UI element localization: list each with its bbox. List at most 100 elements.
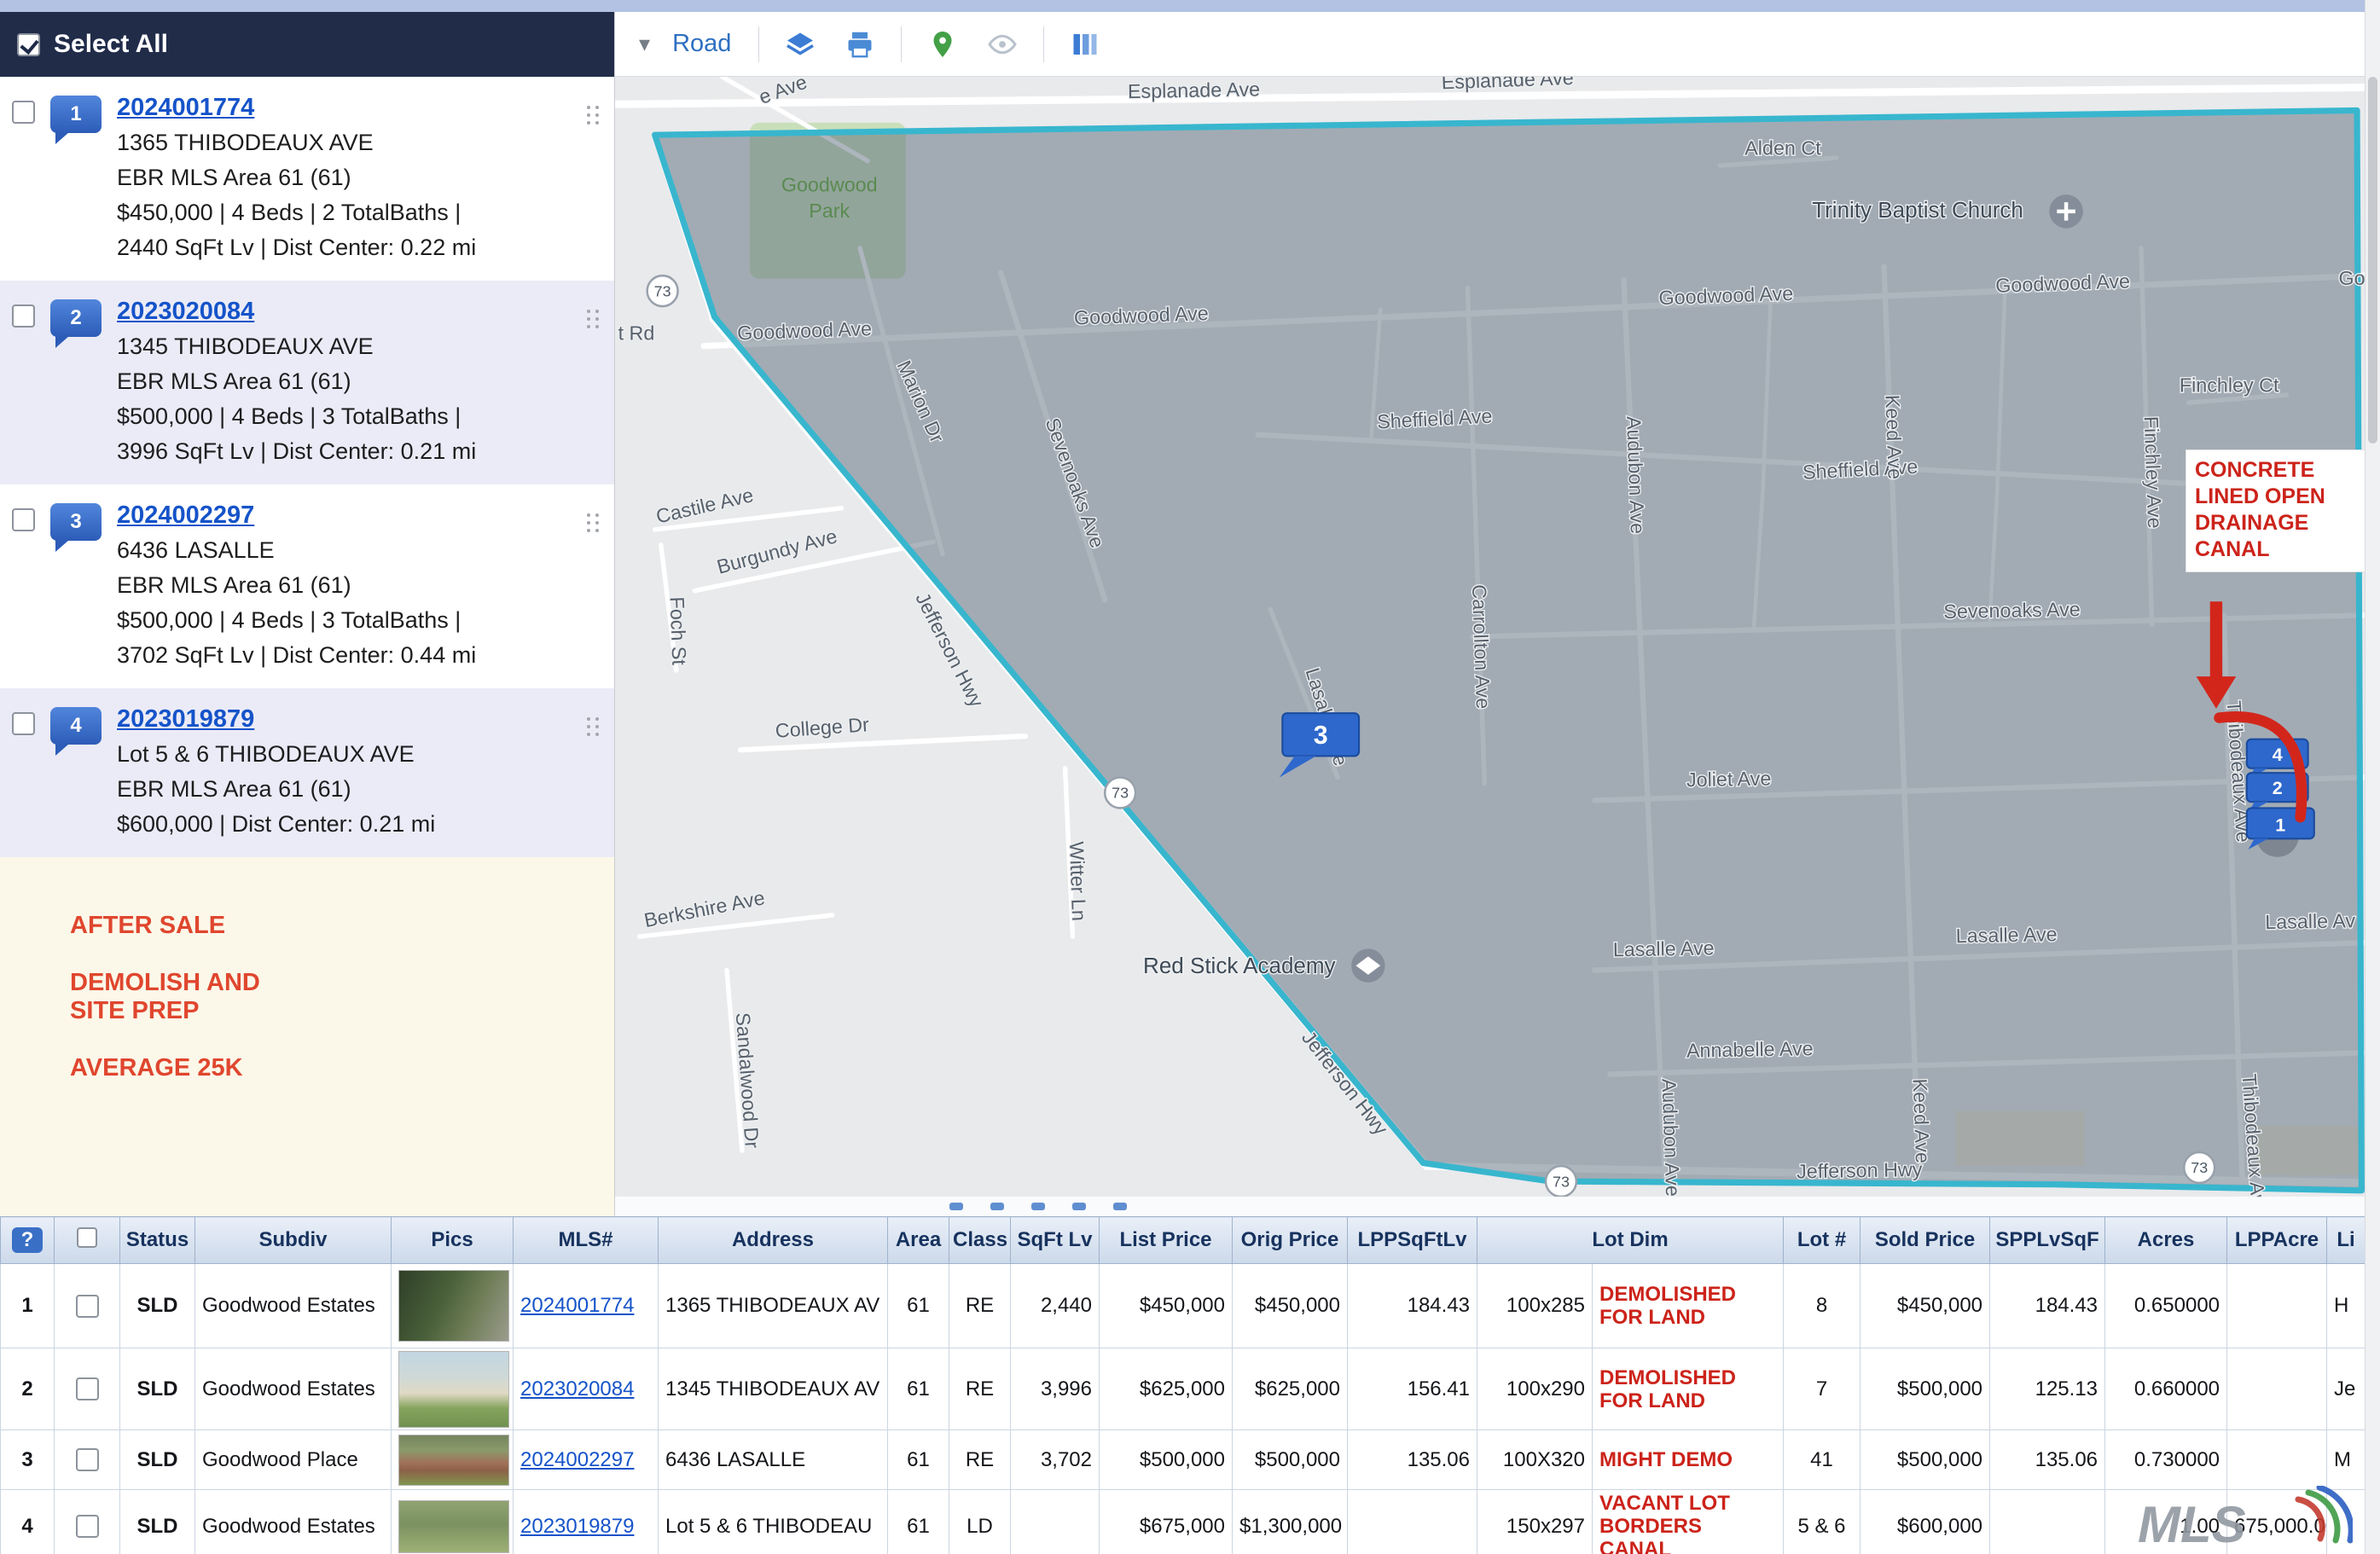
poi-label: Trinity Baptist Church — [1812, 197, 2023, 223]
lppsqft-cell: 184.43 — [1348, 1264, 1477, 1348]
listing-checkbox[interactable] — [12, 712, 35, 735]
listing-pin-badge[interactable]: 2 — [50, 299, 102, 337]
class-cell: LD — [949, 1490, 1011, 1554]
map-toolbar: ▾ Road — [615, 12, 2365, 77]
column-header[interactable]: Subdiv — [195, 1217, 392, 1264]
page-scrollbar[interactable] — [2365, 0, 2380, 1554]
listing-line: EBR MLS Area 61 (61) — [117, 772, 582, 807]
street-label: Goodwood Ave — [1658, 282, 1794, 309]
list-price-cell: $500,000 — [1100, 1430, 1233, 1490]
column-header[interactable]: MLS# — [514, 1217, 659, 1264]
route-shield-number: 73 — [1112, 785, 1129, 802]
listing-lines: 1365 THIBODEAUX AVEEBR MLS Area 61 (61)$… — [117, 125, 582, 265]
street-label: Lasalle Ave — [1613, 936, 1715, 960]
select-all-rows-checkbox[interactable] — [77, 1227, 97, 1248]
lot-number-cell: 8 — [1784, 1264, 1860, 1348]
row-checkbox[interactable] — [76, 1377, 99, 1400]
column-header[interactable]: SPPLvSqF — [1990, 1217, 2105, 1264]
class-cell: RE — [949, 1348, 1011, 1430]
select-all-checkbox[interactable] — [17, 33, 40, 56]
listing-mls-link[interactable]: 2024002297 — [117, 502, 254, 530]
checkbox-cell — [55, 1264, 120, 1348]
column-header[interactable]: Orig Price — [1233, 1217, 1348, 1264]
mls-number-link[interactable]: 2024001774 — [520, 1294, 634, 1317]
column-header[interactable]: Pics — [392, 1217, 514, 1264]
column-header[interactable]: LPPSqFtLv — [1348, 1217, 1477, 1264]
sppsqft-cell — [1990, 1490, 2105, 1554]
table-row: 2SLDGoodwood Estates20230200841345 THIBO… — [1, 1348, 2365, 1430]
orig-price-cell: $450,000 — [1233, 1264, 1348, 1348]
column-header[interactable]: List Price — [1100, 1217, 1233, 1264]
mls-number-link[interactable]: 2024002297 — [520, 1448, 634, 1471]
map-canvas[interactable]: Esplanade AveEsplanade Avee AveAlden CtG… — [615, 77, 2365, 1197]
map-control-fragment — [990, 1203, 1004, 1210]
drag-handle-icon[interactable] — [587, 310, 590, 313]
drag-handle-icon[interactable] — [587, 717, 590, 721]
street-label: Keed Ave — [1909, 1078, 1934, 1163]
column-header[interactable]: LPPAcre — [2227, 1217, 2327, 1264]
street-label: Finchley Ct — [2180, 374, 2279, 397]
row-number: 1 — [1, 1264, 55, 1348]
column-header[interactable]: Li — [2327, 1217, 2365, 1264]
column-header[interactable]: Lot # — [1784, 1217, 1860, 1264]
street-label: Lasalle Av — [2265, 909, 2356, 933]
printer-icon — [845, 29, 875, 60]
column-header[interactable]: Acres — [2105, 1217, 2227, 1264]
route-shield-number: 73 — [654, 282, 671, 299]
row-checkbox[interactable] — [76, 1295, 99, 1318]
sqft-cell: 3,996 — [1011, 1348, 1100, 1430]
listing-photo[interactable] — [398, 1270, 509, 1342]
lot-number-cell: 41 — [1784, 1430, 1860, 1490]
list-price-cell: $450,000 — [1100, 1264, 1233, 1348]
listing-pin-badge[interactable]: 3 — [50, 503, 102, 541]
listing-checkbox[interactable] — [12, 304, 35, 328]
mls-number-link[interactable]: 2023019879 — [520, 1515, 634, 1538]
lot-dim-cell: 100x285 — [1477, 1264, 1593, 1348]
subdiv-cell: Goodwood Estates — [195, 1348, 392, 1430]
listing-mls-link[interactable]: 2024001774 — [117, 94, 254, 122]
lppsqft-cell: 135.06 — [1348, 1430, 1477, 1490]
drag-handle-icon[interactable] — [587, 513, 590, 517]
listing-photo[interactable] — [398, 1500, 509, 1553]
map-style-dropdown[interactable]: Road — [672, 30, 731, 58]
chevron-down-icon[interactable]: ▾ — [639, 31, 650, 57]
listing-photo[interactable] — [398, 1351, 509, 1428]
column-header[interactable]: Sold Price — [1860, 1217, 1990, 1264]
listing-checkbox[interactable] — [12, 101, 35, 124]
sppsqft-cell: 184.43 — [1990, 1264, 2105, 1348]
column-header[interactable]: Lot Dim — [1477, 1217, 1784, 1264]
acres-cell: 0.730000 — [2105, 1430, 2227, 1490]
listing-text: 20240022976436 LASALLEEBR MLS Area 61 (6… — [117, 502, 582, 673]
scrollbar-thumb[interactable] — [2368, 77, 2377, 444]
listing-photo[interactable] — [398, 1435, 509, 1486]
column-header[interactable]: Address — [659, 1217, 888, 1264]
street-label: Foch St — [666, 596, 691, 666]
row-checkbox[interactable] — [76, 1515, 99, 1538]
drag-handle-icon[interactable] — [587, 106, 590, 109]
listing-mls-link[interactable]: 2023019879 — [117, 705, 254, 734]
mls-number-link[interactable]: 2023020084 — [520, 1377, 634, 1400]
print-button[interactable] — [841, 26, 879, 63]
columns-button[interactable] — [1066, 26, 1104, 63]
column-header[interactable]: ? — [1, 1217, 55, 1264]
row-checkbox[interactable] — [76, 1448, 99, 1471]
visibility-button[interactable] — [984, 26, 1021, 63]
column-header[interactable]: Class — [949, 1217, 1011, 1264]
address-cell: Lot 5 & 6 THIBODEAU — [659, 1490, 888, 1554]
layers-button[interactable] — [781, 26, 819, 63]
listing-pin-badge[interactable]: 4 — [50, 707, 102, 745]
listing-checkbox[interactable] — [12, 508, 35, 531]
mls-link-cell: 2024002297 — [514, 1430, 659, 1490]
street-label: Keed Ave — [1881, 394, 1906, 479]
sidebar-note: DEMOLISH AND SITE PREP — [70, 969, 614, 1025]
column-header[interactable]: SqFt Lv — [1011, 1217, 1100, 1264]
listing-mls-link[interactable]: 2023020084 — [117, 298, 254, 326]
help-button[interactable]: ? — [12, 1227, 44, 1253]
listing-text: 20230200841345 THIBODEAUX AVEEBR MLS Are… — [117, 298, 582, 469]
street-label: t Rd — [618, 322, 655, 345]
column-header[interactable]: Area — [888, 1217, 949, 1264]
map-pin-button[interactable] — [924, 26, 961, 63]
column-header[interactable]: Status — [120, 1217, 195, 1264]
listing-pin-badge[interactable]: 1 — [50, 96, 102, 133]
column-header[interactable] — [55, 1217, 120, 1264]
